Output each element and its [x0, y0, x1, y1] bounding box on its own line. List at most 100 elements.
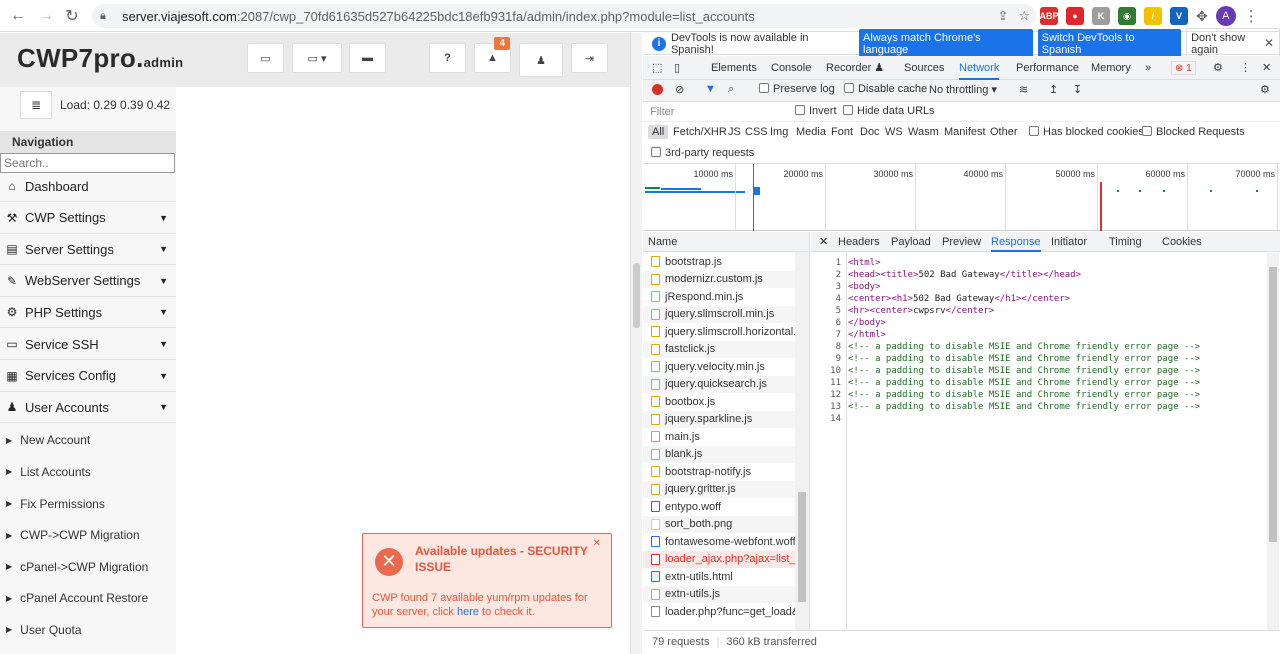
globe-icon[interactable]: ◉ [1118, 7, 1136, 25]
request-row[interactable]: main.js [643, 428, 795, 446]
bookmark-star-icon[interactable]: ☆ [1018, 8, 1030, 24]
submenu-item-cwp-cwp-migration[interactable]: ▶ CWP->CWP Migration [0, 520, 176, 551]
always-match-language-button[interactable]: Always match Chrome's language [859, 28, 1033, 59]
reload-icon[interactable]: ↻ [58, 2, 86, 30]
kebab-menu-icon[interactable]: ⋮ [1240, 56, 1251, 80]
submenu-item-fix-permissions[interactable]: ▶ Fix Permissions [0, 488, 176, 519]
k-icon[interactable]: K [1092, 7, 1110, 25]
avatar[interactable]: A [1215, 6, 1236, 26]
type-filter-wasm[interactable]: Wasm [908, 126, 939, 138]
blocked-requests-checkbox[interactable]: Blocked Requests [1142, 126, 1245, 138]
request-row[interactable]: jquery.sparkline.js [643, 410, 795, 428]
type-filter-ws[interactable]: WS [885, 126, 903, 138]
tab-elements[interactable]: Elements [711, 56, 757, 80]
search-input[interactable] [0, 153, 175, 173]
back-icon[interactable]: ← [4, 2, 32, 30]
tab-performance[interactable]: Performance [1016, 56, 1079, 80]
tab-memory[interactable]: Memory [1091, 56, 1131, 80]
type-filter-css[interactable]: CSS [745, 126, 768, 138]
forward-icon[interactable]: → [32, 2, 60, 30]
tab-console[interactable]: Console [771, 56, 811, 80]
sidebar-item-service-ssh[interactable]: ▭ Service SSH ▼ [0, 329, 176, 360]
throttling-select[interactable]: No throttling ▾ [929, 83, 997, 96]
monitor-button[interactable]: ▭ [247, 43, 284, 73]
type-filter-manifest[interactable]: Manifest [944, 126, 986, 138]
request-row[interactable]: sort_both.png [643, 515, 795, 533]
v-icon[interactable]: V [1170, 7, 1188, 25]
request-row[interactable]: jquery.slimscroll.horizontal.mi [643, 323, 795, 341]
sidebar-item-cwp-settings[interactable]: ⚒ CWP Settings ▼ [0, 203, 176, 234]
close-icon[interactable]: ✕ [819, 232, 828, 252]
search-icon[interactable]: ⌕ [728, 83, 734, 96]
extensions-puzzle-icon[interactable]: ✥ [1196, 8, 1208, 25]
request-row[interactable]: jquery.gritter.js [643, 480, 795, 498]
tab-initiator[interactable]: Initiator [1051, 232, 1087, 252]
request-row[interactable]: bootbox.js [643, 393, 795, 411]
settings-gear-icon[interactable]: ⚙ [1213, 56, 1223, 80]
user-button[interactable]: ♟ [519, 43, 563, 77]
request-row[interactable]: bootstrap.js [643, 253, 795, 271]
type-filter-all[interactable]: All [648, 125, 669, 139]
submenu-item-new-account[interactable]: ▶ New Account [0, 425, 176, 456]
help-button[interactable]: ? [429, 43, 466, 73]
sidebar-item-user-accounts[interactable]: ♟ User Accounts ▼ [0, 392, 176, 424]
response-body[interactable]: 1 <html> 2 <head><title>502 Bad Gateway</ti… [811, 253, 1266, 630]
tab-network[interactable]: Network [959, 56, 1000, 80]
scrollbar-thumb[interactable] [1269, 267, 1277, 542]
network-settings-icon[interactable]: ⚙ [1260, 83, 1270, 96]
tab-recorder[interactable]: Recorder ♟ [826, 56, 884, 80]
network-timeline[interactable]: 10000 ms 20000 ms 30000 ms 40000 ms 50000 ms… [643, 164, 1280, 231]
record-icon[interactable] [652, 84, 663, 95]
network-conditions-icon[interactable]: ≋ [1019, 83, 1028, 96]
tab-response[interactable]: Response [991, 232, 1041, 252]
export-har-icon[interactable]: ↧ [1073, 83, 1082, 96]
browser-menu-icon[interactable]: ⋮ [1244, 7, 1259, 25]
request-list-scrollbar[interactable] [795, 252, 809, 630]
hide-data-urls-checkbox[interactable]: Hide data URLs [843, 105, 935, 117]
pane-divider[interactable] [630, 33, 642, 654]
has-blocked-cookies-checkbox[interactable]: Has blocked cookies [1029, 126, 1144, 138]
request-row[interactable]: loader_ajax.php?ajax=list_acc [643, 550, 795, 568]
folder-button[interactable]: ▬ [349, 43, 386, 73]
close-icon[interactable]: ✕ [1262, 56, 1271, 80]
disable-cache-checkbox[interactable]: Disable cache [844, 83, 927, 95]
request-row[interactable]: loader.php?func=get_load&_ [643, 603, 795, 621]
sidebar-item-webserver-settings[interactable]: ✎ WebServer Settings ▼ [0, 266, 176, 297]
request-row[interactable]: entypo.woff [643, 498, 795, 516]
import-har-icon[interactable]: ↥ [1049, 83, 1058, 96]
submenu-item-cpanel-account-restore[interactable]: ▶ cPanel Account Restore [0, 583, 176, 614]
close-icon[interactable]: ✕ [593, 538, 601, 549]
third-party-checkbox[interactable]: 3rd-party requests [651, 147, 754, 159]
type-filter-img[interactable]: Img [770, 126, 788, 138]
sidebar-item-dashboard[interactable]: ⌂ Dashboard [0, 171, 176, 202]
filter-icon[interactable]: ▼ [705, 83, 716, 95]
submenu-item-user-quota[interactable]: ▶ User Quota [0, 614, 176, 645]
divider-grip[interactable] [633, 263, 640, 328]
request-row[interactable]: jquery.quicksearch.js [643, 375, 795, 393]
request-row[interactable]: extn-utils.html [643, 568, 795, 586]
request-row[interactable]: jquery.velocity.min.js [643, 358, 795, 376]
request-row[interactable]: jRespond.min.js [643, 288, 795, 306]
type-filter-fetch-xhr[interactable]: Fetch/XHR [673, 126, 727, 138]
submenu-item-list-accounts[interactable]: ▶ List Accounts [0, 456, 176, 487]
clear-icon[interactable]: ⊘ [675, 83, 684, 96]
close-icon[interactable]: ✕ [1264, 36, 1274, 50]
type-filter-font[interactable]: Font [831, 126, 853, 138]
abp-icon[interactable]: ABP [1040, 7, 1059, 25]
request-row[interactable]: extn-utils.js [643, 585, 795, 603]
error-count-badge[interactable]: ⊗ 1 [1171, 61, 1196, 75]
red-shield-icon[interactable]: ● [1066, 7, 1084, 25]
response-scrollbar[interactable] [1267, 253, 1279, 630]
scrollbar-thumb[interactable] [798, 492, 806, 602]
submenu-item-cpanel-cwp-migration[interactable]: ▶ cPanel->CWP Migration [0, 551, 176, 582]
type-filter-js[interactable]: JS [728, 126, 741, 138]
note-icon[interactable]: / [1144, 7, 1162, 25]
type-filter-media[interactable]: Media [796, 126, 826, 138]
request-row[interactable]: modernizr.custom.js [643, 270, 795, 288]
switch-to-spanish-button[interactable]: Switch DevTools to Spanish [1037, 28, 1182, 59]
filter-input[interactable]: Filter [650, 106, 674, 118]
tab-cookies[interactable]: Cookies [1162, 232, 1202, 252]
database-button[interactable]: ≣ [20, 91, 52, 119]
notifications-button[interactable]: ▲ 4 [474, 37, 511, 73]
sidebar-item-server-settings[interactable]: ▤ Server Settings ▼ [0, 234, 176, 266]
